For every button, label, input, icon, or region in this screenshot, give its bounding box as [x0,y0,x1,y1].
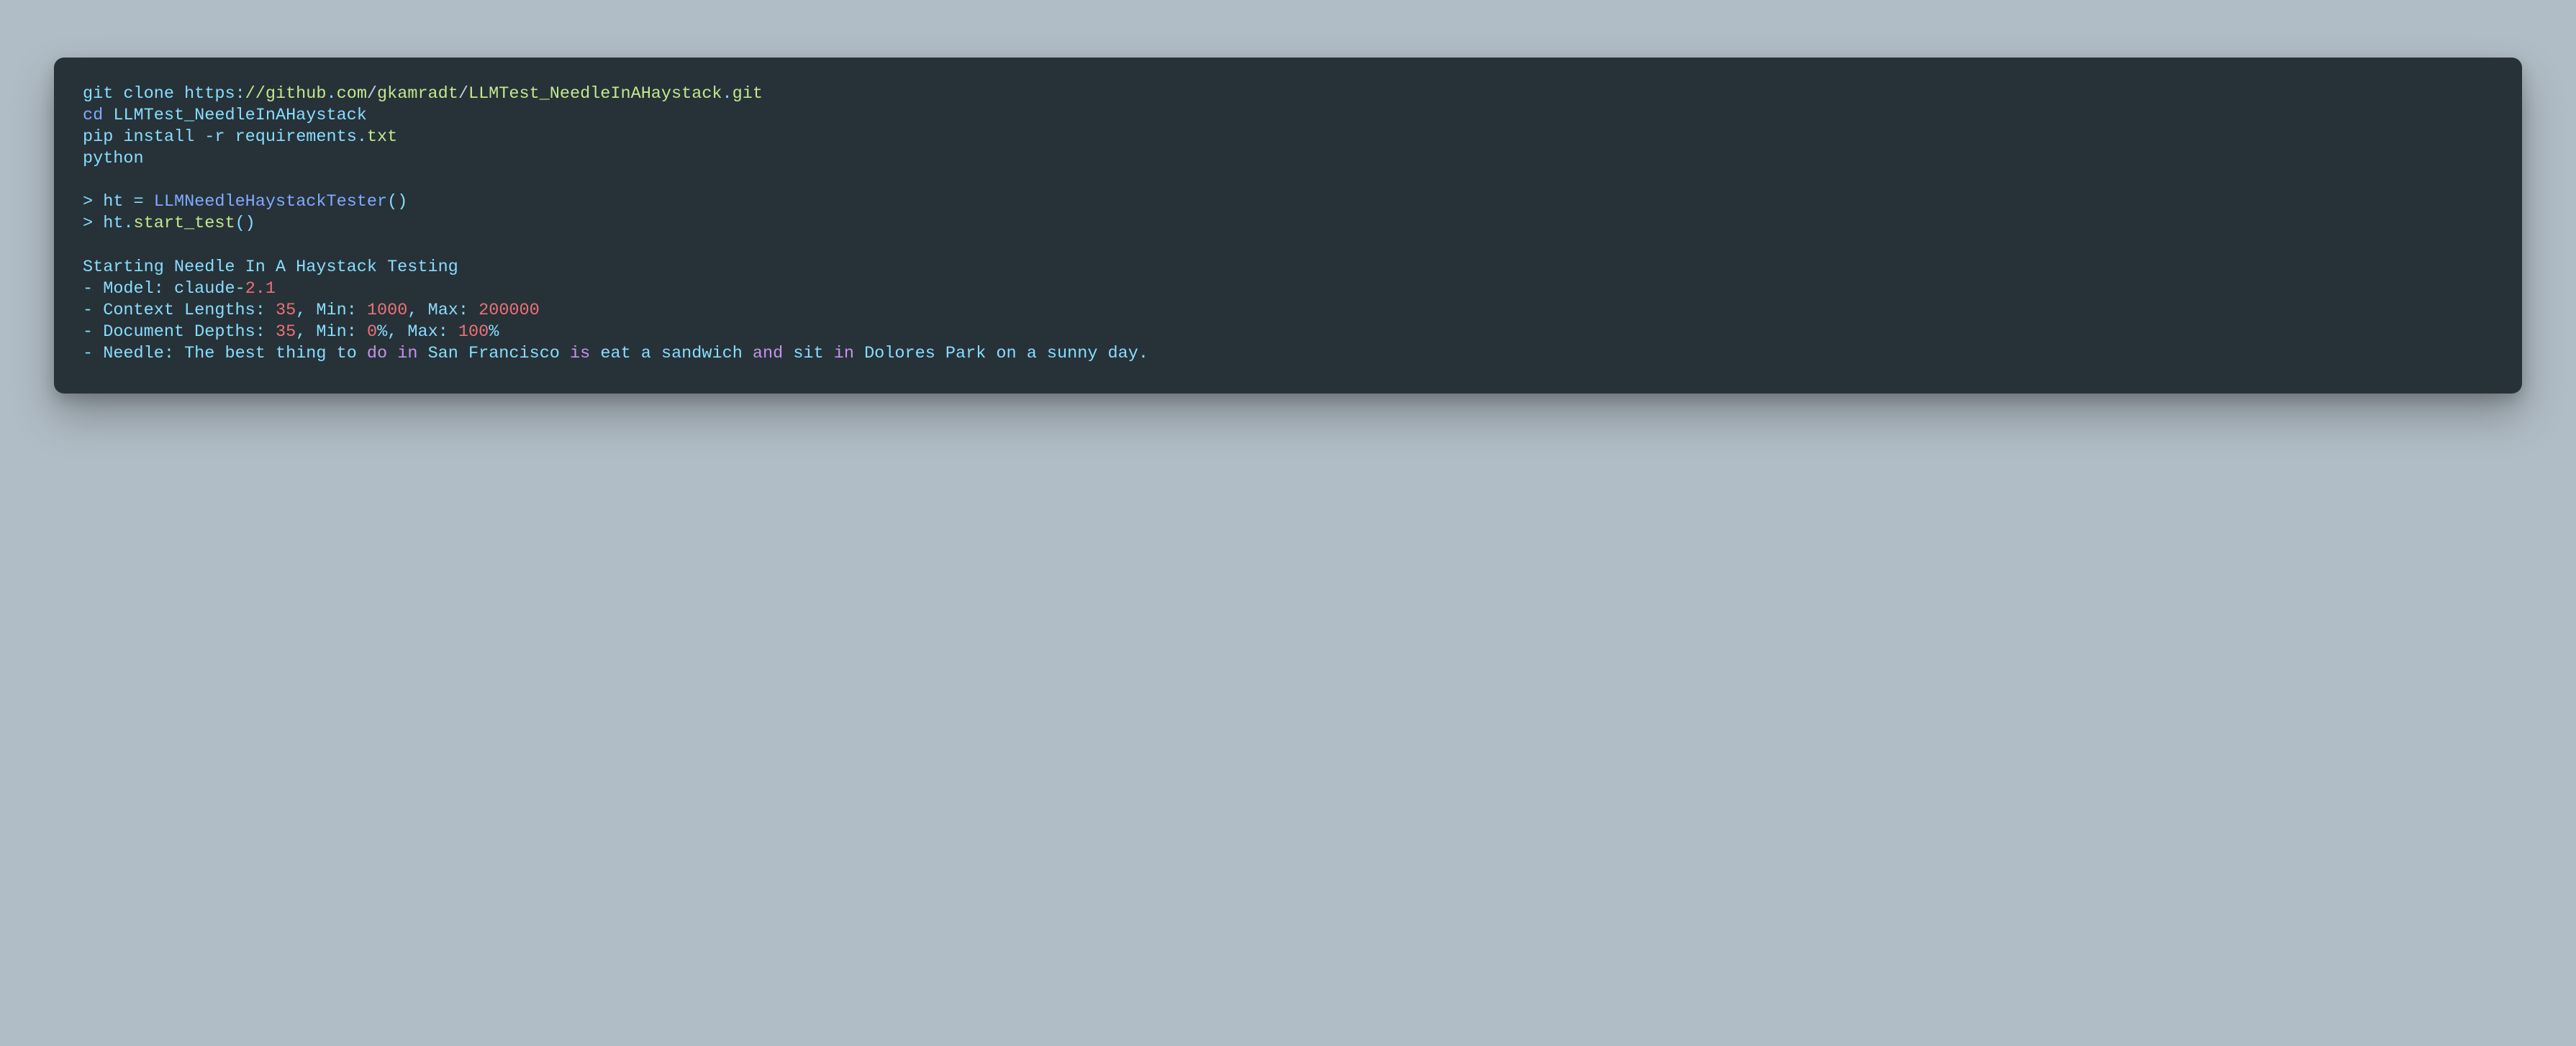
token: : [164,344,174,363]
token: //github [245,84,327,104]
token: LLMTest_NeedleInAHaystack [468,84,722,104]
token: in [397,344,417,363]
token: ht [103,192,123,212]
token: eat a sandwich [600,344,742,363]
token: 35 [276,322,296,342]
token: - [83,301,93,320]
token: Document Depths [103,322,255,342]
token: in [834,344,854,363]
token: San Francisco [428,344,560,363]
token: . [357,127,367,147]
token: = [134,192,144,212]
token: : [458,301,468,320]
token: . [123,214,133,233]
token: () [235,214,255,233]
token: 0 [367,322,377,342]
token: % [377,322,387,342]
token: 1000 [367,301,407,320]
token: Model [103,279,154,299]
prompt-marker: > [83,214,93,233]
code-content: git clone https://github.com/gkamradt/LL… [83,83,2493,365]
token: is [570,344,590,363]
token: / [367,84,377,104]
token: start_test [134,214,235,233]
token: Max [428,301,458,320]
token: - [83,279,93,299]
token: r [214,127,225,147]
token: , [296,322,306,342]
token: Min [316,301,346,320]
token: , [296,301,306,320]
token: pip [83,127,113,147]
token: . [722,84,733,104]
token: . [1138,344,1148,363]
token: () [387,192,407,212]
token: and [753,344,783,363]
token: : [347,322,357,342]
token: / [458,84,468,104]
token: - [83,322,93,342]
token: - [235,279,245,299]
token: Context Lengths [103,301,255,320]
token: txt [367,127,397,147]
token: 35 [276,301,296,320]
token: do [367,344,387,363]
token: 100 [458,322,489,342]
token: : [347,301,357,320]
token: , [387,322,397,342]
output-line: Starting Needle In A Haystack Testing [83,258,458,277]
token: : [438,322,448,342]
token: 2.1 [245,279,276,299]
code-block-card: git clone https://github.com/gkamradt/LL… [54,58,2522,394]
token: install [123,127,194,147]
token: Max [407,322,437,342]
token: requirements [235,127,357,147]
token: git [733,84,763,104]
token: : [235,84,245,104]
token: LLMTest_NeedleInAHaystack [113,106,367,125]
token: https [184,84,235,104]
token: Min [316,322,346,342]
token: sit [793,344,823,363]
token: % [489,322,499,342]
token: - [83,344,93,363]
token: gkamradt [377,84,458,104]
token: python [83,149,144,168]
token: ht [103,214,123,233]
token: git [83,84,113,104]
token: . [327,84,337,104]
token: claude [174,279,235,299]
token: - [204,127,214,147]
token: com [337,84,367,104]
token: , [407,301,417,320]
token: 200000 [479,301,540,320]
token: clone [123,84,174,104]
token: Dolores Park on a sunny day [864,344,1138,363]
token: : [255,301,266,320]
token: LLMNeedleHaystackTester [154,192,387,212]
token: Needle [103,344,164,363]
prompt-marker: > [83,192,93,212]
token: cd [83,106,103,125]
token: : [154,279,164,299]
token: The best thing to [184,344,357,363]
token: : [255,322,266,342]
